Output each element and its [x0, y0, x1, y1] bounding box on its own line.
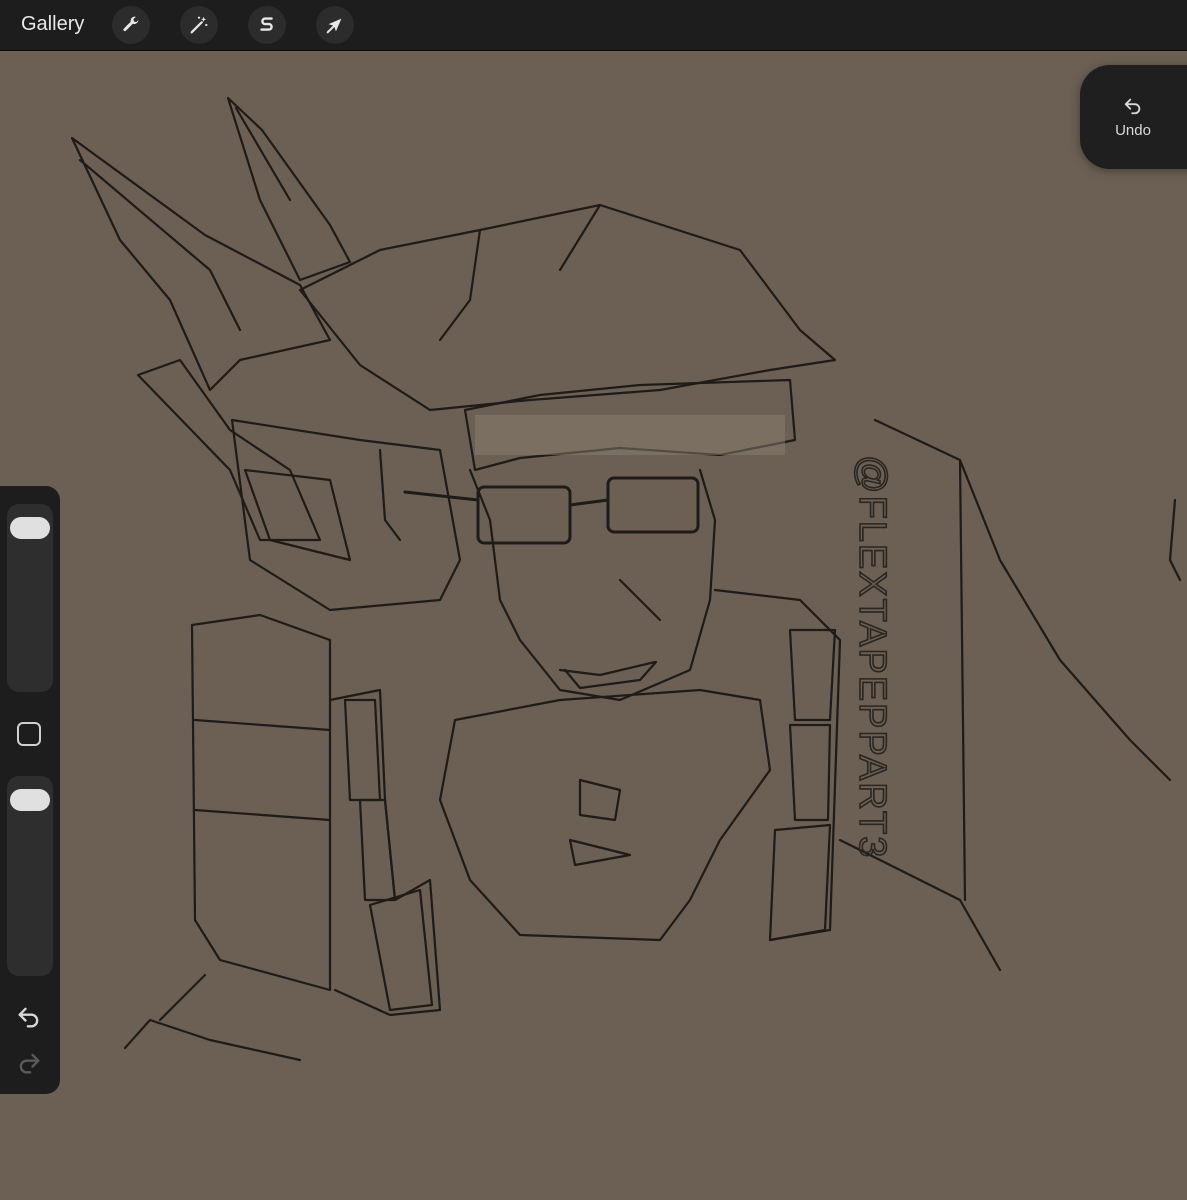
adjustments-button[interactable] — [180, 6, 218, 44]
wrench-icon — [123, 16, 139, 32]
undo-arrow-icon — [1124, 98, 1141, 114]
magic-wand-icon — [190, 16, 208, 34]
sketch-artwork: @FLEXTAPEPPART3 — [70, 96, 1182, 1062]
actions-button[interactable] — [112, 6, 150, 44]
undo-label: Undo — [1115, 121, 1151, 139]
arrow-cursor-icon — [326, 18, 342, 34]
transform-button[interactable] — [316, 6, 354, 44]
modify-button[interactable] — [17, 722, 41, 746]
drawing-canvas[interactable]: @FLEXTAPEPPART3 — [0, 51, 1187, 1200]
redo-arrow-icon — [19, 1053, 40, 1074]
selection-s-icon — [260, 17, 273, 31]
opacity-slider[interactable] — [7, 776, 53, 976]
sidebar-undo-button[interactable] — [15, 1004, 43, 1035]
undo-button[interactable]: Undo — [1080, 65, 1187, 169]
gallery-button[interactable]: Gallery — [21, 13, 84, 36]
artist-signature: @FLEXTAPEPPART3 — [851, 455, 893, 859]
sidebar-redo-button[interactable] — [15, 1050, 43, 1081]
opacity-thumb[interactable] — [10, 789, 50, 812]
top-toolbar: Gallery — [0, 0, 1187, 51]
selection-button[interactable] — [248, 6, 286, 44]
brush-size-slider[interactable] — [7, 504, 53, 692]
undo-arrow-icon — [18, 1007, 39, 1028]
brush-size-thumb[interactable] — [10, 516, 50, 539]
left-sidebar — [0, 486, 60, 1094]
